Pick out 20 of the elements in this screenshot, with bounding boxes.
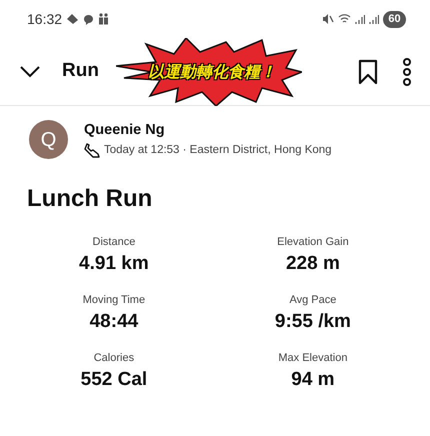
activity-title: Lunch Run [27, 184, 154, 214]
battery-level: 60 [383, 10, 406, 28]
sticker-text: 以運動轉化食糧！ [148, 62, 276, 83]
stat-value: 228 m [286, 253, 340, 276]
stat-value: 9:55 /km [274, 311, 351, 334]
stat-value: 552 Cal [80, 369, 148, 392]
athlete-name[interactable]: Queenie Ng [84, 120, 332, 142]
stat-value: 4.91 km [79, 253, 149, 276]
stat-label: Elevation Gain [277, 235, 349, 250]
stat-label: Max Elevation [278, 351, 348, 366]
avatar[interactable]: Q [29, 120, 68, 159]
stat-label: Calories [94, 351, 134, 366]
status-time: 16:32 [27, 10, 62, 28]
page-title: Run [62, 59, 99, 84]
stat-label: Moving Time [82, 293, 146, 308]
stat-value: 94 m [291, 369, 335, 392]
stat-label: Distance [92, 235, 136, 250]
stat-value: 48:44 [90, 311, 138, 334]
stat-label: Avg Pace [289, 293, 336, 308]
activity-meta: Today at 12:53 · Eastern District, Hong Kong [104, 142, 332, 158]
